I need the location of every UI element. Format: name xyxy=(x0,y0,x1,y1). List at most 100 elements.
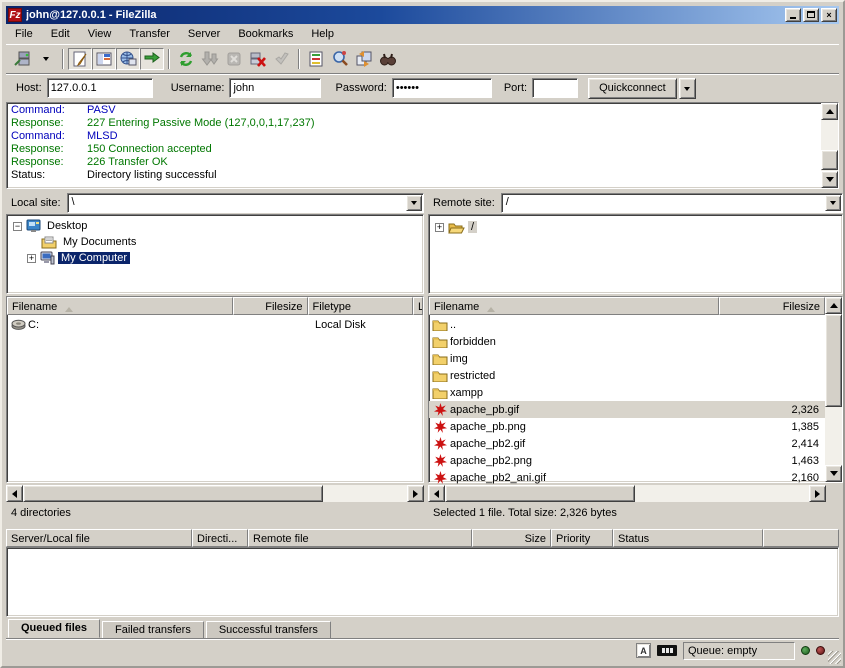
expand-icon[interactable]: + xyxy=(27,254,36,263)
abort-button[interactable] xyxy=(270,48,294,70)
filter-button[interactable] xyxy=(304,48,328,70)
chevron-down-icon xyxy=(830,201,836,208)
menu-server[interactable]: Server xyxy=(179,26,229,42)
local-site-combo[interactable]: \ xyxy=(67,193,424,213)
scroll-down-button[interactable] xyxy=(825,465,842,482)
remote-list-vertical-scrollbar[interactable] xyxy=(825,297,842,482)
expand-icon[interactable]: + xyxy=(435,223,444,232)
tree-item-my-computer[interactable]: + My Computer xyxy=(27,250,130,266)
local-list-columns: Filename Filesize Filetype L xyxy=(7,297,423,315)
scroll-up-button[interactable] xyxy=(825,297,842,314)
toggle-transfer-queue-button[interactable] xyxy=(140,48,164,70)
queue-status: Queue: empty xyxy=(683,642,795,660)
synchronized-browsing-icon xyxy=(355,50,373,68)
scrollbar-thumb[interactable] xyxy=(821,150,838,170)
local-file-row[interactable]: C: Local Disk xyxy=(7,316,423,333)
scrollbar-thumb[interactable] xyxy=(825,314,842,407)
folder-icon xyxy=(432,387,448,399)
menu-transfer[interactable]: Transfer xyxy=(120,26,179,42)
status-bar: A Queue: empty xyxy=(6,638,839,662)
menu-help[interactable]: Help xyxy=(302,26,343,42)
scroll-left-button[interactable] xyxy=(6,485,23,502)
column-filesize[interactable]: Filesize xyxy=(719,297,825,315)
column-last-modified[interactable]: L xyxy=(413,297,423,315)
speedlimit-badge-icon[interactable] xyxy=(657,645,677,656)
refresh-button[interactable] xyxy=(174,48,198,70)
toggle-remote-tree-button[interactable] xyxy=(116,48,140,70)
port-input[interactable] xyxy=(532,78,578,98)
transfer-type-icon[interactable]: A xyxy=(636,643,651,658)
menu-bookmarks[interactable]: Bookmarks xyxy=(229,26,302,42)
tree-item-root[interactable]: + / xyxy=(435,219,477,235)
site-manager-button[interactable] xyxy=(10,48,34,70)
scroll-down-button[interactable] xyxy=(821,171,838,188)
column-status[interactable]: Status xyxy=(613,529,763,547)
scroll-up-button[interactable] xyxy=(821,103,838,120)
app-icon[interactable]: Fz xyxy=(8,8,22,22)
remote-site-combo[interactable]: / xyxy=(501,193,843,213)
log-line: Command:MLSD xyxy=(11,130,821,143)
title-bar[interactable]: Fz john@127.0.0.1 - FileZilla × xyxy=(6,6,839,24)
folder-icon xyxy=(432,336,448,348)
column-filename[interactable]: Filename xyxy=(7,297,233,315)
quickconnect-dropdown[interactable] xyxy=(679,78,696,99)
scroll-left-button[interactable] xyxy=(428,485,445,502)
menu-edit[interactable]: Edit xyxy=(42,26,79,42)
remote-file-row[interactable]: .. xyxy=(429,316,825,333)
tab-queued-files[interactable]: Queued files xyxy=(8,619,100,638)
scroll-right-button[interactable] xyxy=(407,485,424,502)
tree-item-my-documents[interactable]: My Documents xyxy=(41,234,139,250)
remote-file-row[interactable]: img xyxy=(429,350,825,367)
collapse-icon[interactable]: − xyxy=(13,222,22,231)
remote-file-row[interactable]: restricted xyxy=(429,367,825,384)
remote-file-row[interactable]: forbidden xyxy=(429,333,825,350)
quickconnect-button[interactable]: Quickconnect xyxy=(588,78,677,99)
disconnect-button[interactable] xyxy=(246,48,270,70)
synchronized-browsing-button[interactable] xyxy=(352,48,376,70)
toggle-message-log-button[interactable] xyxy=(68,48,92,70)
maximize-button[interactable] xyxy=(803,8,819,22)
remote-file-row-selected[interactable]: apache_pb.gif 2,326 xyxy=(429,401,825,418)
remote-file-row[interactable]: apache_pb2_ani.gif 2,160 xyxy=(429,469,825,486)
documents-folder-icon xyxy=(41,236,57,249)
tab-successful-transfers[interactable]: Successful transfers xyxy=(206,621,331,638)
username-input[interactable] xyxy=(229,78,321,98)
queue-list[interactable] xyxy=(6,547,839,617)
column-direction[interactable]: Directi... xyxy=(192,529,248,547)
filezilla-window: Fz john@127.0.0.1 - FileZilla × File Edi… xyxy=(0,0,845,668)
cancel-operation-button[interactable] xyxy=(222,48,246,70)
column-priority[interactable]: Priority xyxy=(551,529,613,547)
minimize-button[interactable] xyxy=(785,8,801,22)
remote-site-combo-dropdown[interactable] xyxy=(825,195,841,211)
remote-file-row[interactable]: apache_pb2.png 1,463 xyxy=(429,452,825,469)
local-list-horizontal-scrollbar[interactable] xyxy=(6,485,424,502)
scroll-right-button[interactable] xyxy=(809,485,826,502)
menu-view[interactable]: View xyxy=(79,26,121,42)
process-queue-button[interactable] xyxy=(198,48,222,70)
remote-file-row[interactable]: apache_pb2.gif 2,414 xyxy=(429,435,825,452)
directory-comparison-button[interactable] xyxy=(328,48,352,70)
column-size[interactable]: Size xyxy=(472,529,551,547)
column-remote-file[interactable]: Remote file xyxy=(248,529,472,547)
column-filename[interactable]: Filename xyxy=(429,297,719,315)
tab-failed-transfers[interactable]: Failed transfers xyxy=(102,621,204,638)
password-input[interactable] xyxy=(392,78,492,98)
resize-grip[interactable] xyxy=(828,651,841,664)
host-input[interactable] xyxy=(47,78,153,98)
close-button[interactable]: × xyxy=(821,8,837,22)
remote-file-row[interactable]: apache_pb.png 1,385 xyxy=(429,418,825,435)
log-vertical-scrollbar[interactable] xyxy=(821,103,838,188)
column-filesize[interactable]: Filesize xyxy=(233,297,308,315)
remote-file-row[interactable]: xampp xyxy=(429,384,825,401)
scrollbar-thumb[interactable] xyxy=(445,485,635,502)
find-files-button[interactable] xyxy=(376,48,400,70)
scrollbar-thumb[interactable] xyxy=(23,485,323,502)
tree-item-desktop[interactable]: − Desktop xyxy=(13,218,90,234)
remote-list-horizontal-scrollbar[interactable] xyxy=(428,485,826,502)
site-manager-dropdown[interactable] xyxy=(34,48,58,70)
column-server-local-file[interactable]: Server/Local file xyxy=(6,529,192,547)
local-site-combo-dropdown[interactable] xyxy=(406,195,422,211)
column-filetype[interactable]: Filetype xyxy=(308,297,413,315)
menu-file[interactable]: File xyxy=(6,26,42,42)
toggle-local-tree-button[interactable] xyxy=(92,48,116,70)
